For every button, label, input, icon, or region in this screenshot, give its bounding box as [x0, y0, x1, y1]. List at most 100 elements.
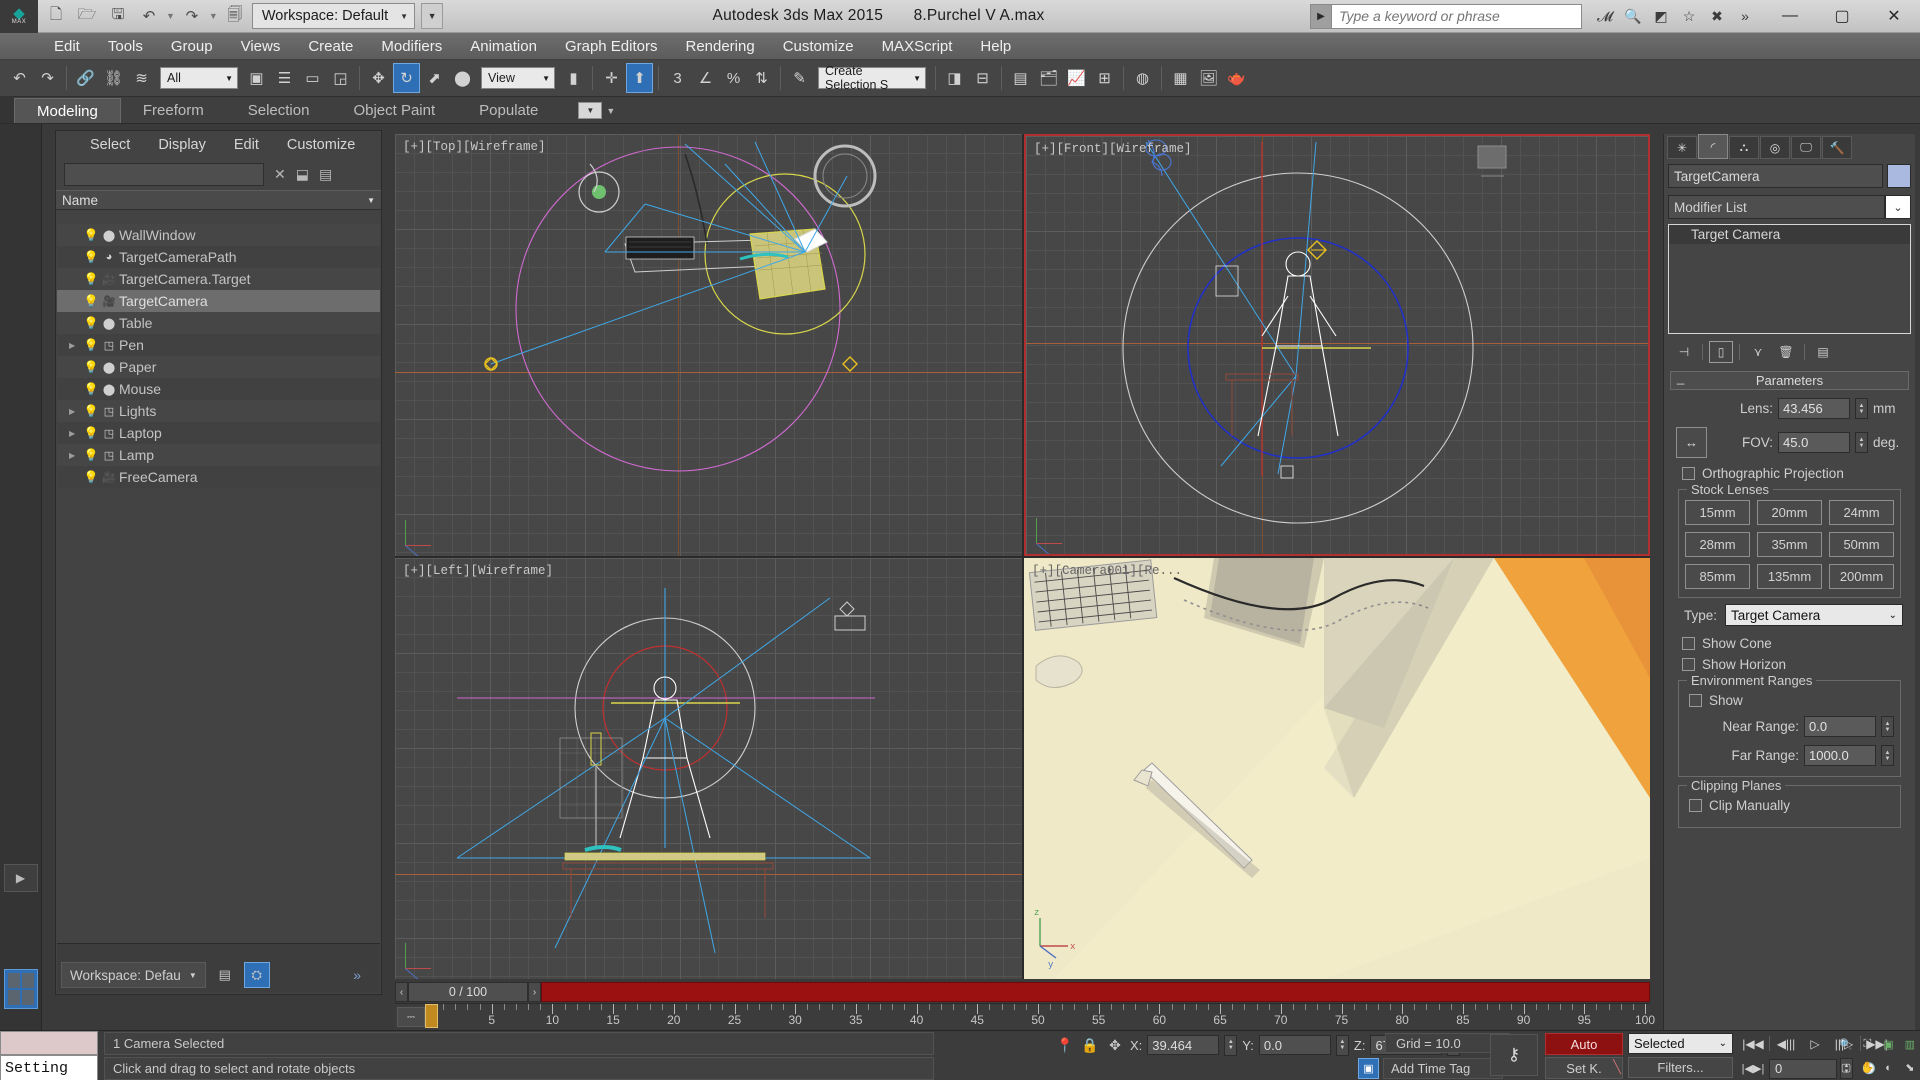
stock-lens-85mm[interactable]: 85mm: [1685, 564, 1750, 589]
select-and-place-icon[interactable]: ⬤: [449, 63, 476, 93]
near-range-input[interactable]: 0.0: [1804, 716, 1876, 737]
hierarchy-tab[interactable]: ⛬: [1729, 136, 1759, 159]
undo-icon[interactable]: ↶: [6, 63, 33, 93]
orthographic-projection-checkbox[interactable]: Orthographic Projection: [1682, 466, 1903, 481]
workspace-selector[interactable]: Workspace: Default ▼: [251, 3, 416, 29]
menu-customize[interactable]: Customize: [769, 33, 868, 60]
light-bulb-icon[interactable]: 💡: [83, 250, 99, 264]
viewport-camera[interactable]: z x y [+][Camera001][Re...: [1024, 558, 1650, 979]
viewport-left[interactable]: [+][Left][Wireframe]: [395, 558, 1022, 979]
play-animation-icon[interactable]: ▷: [1802, 1033, 1828, 1054]
search-input[interactable]: [1332, 3, 1582, 29]
save-icon[interactable]: 🖫: [104, 3, 132, 29]
workspace-flyout-button[interactable]: ▼: [421, 3, 444, 29]
field-of-view-icon[interactable]: ▢: [1836, 1057, 1856, 1080]
close-button[interactable]: ✕: [1868, 0, 1920, 33]
key-mode-toggle-button[interactable]: ⚷: [1490, 1034, 1538, 1076]
explorer-row-pen[interactable]: ▶ 💡 ◳ Pen: [57, 334, 380, 356]
layer-explorer-icon[interactable]: ▤: [1007, 63, 1034, 93]
expand-arrow-icon[interactable]: ▶: [69, 341, 83, 350]
explorer-menu-customize[interactable]: Customize: [273, 137, 370, 153]
rendered-frame-window-icon[interactable]: 🖼: [1195, 63, 1222, 93]
select-and-move-icon[interactable]: ✥: [365, 63, 392, 93]
parameters-rollout-header[interactable]: Parameters: [1670, 370, 1909, 390]
x-spinner[interactable]: ▲ ▼: [1224, 1034, 1238, 1056]
env-show-checkbox[interactable]: Show: [1689, 693, 1894, 708]
minimize-button[interactable]: —: [1764, 0, 1816, 33]
remove-modifier-icon[interactable]: 🗑: [1774, 341, 1798, 363]
menu-create[interactable]: Create: [294, 33, 367, 60]
orbit-icon[interactable]: ◐: [1879, 1057, 1899, 1080]
modifier-list-row[interactable]: Modifier List ⌄: [1668, 195, 1911, 219]
unlink-selection-icon[interactable]: ⛓: [100, 63, 127, 93]
use-pivot-point-center-icon[interactable]: ▮: [560, 63, 587, 93]
show-end-result-icon[interactable]: ▯: [1709, 341, 1733, 363]
motion-tab[interactable]: ◎: [1760, 136, 1790, 159]
menu-help[interactable]: Help: [966, 33, 1025, 60]
add-time-tag-label[interactable]: Add Time Tag: [1383, 1058, 1503, 1079]
explorer-row-targetcamera[interactable]: 💡 🎥 TargetCamera: [57, 290, 380, 312]
object-color-swatch[interactable]: [1887, 164, 1911, 188]
align-icon[interactable]: ⊟: [969, 63, 996, 93]
x-field[interactable]: 39.464: [1147, 1035, 1220, 1055]
modifier-stack-item[interactable]: Target Camera: [1669, 225, 1910, 244]
explorer-row-wallwindow[interactable]: 💡 ⬤ WallWindow: [57, 224, 380, 246]
curve-editor-icon[interactable]: 📈: [1063, 63, 1090, 93]
maximize-viewport-toggle-icon[interactable]: ⬊: [1900, 1057, 1920, 1080]
stock-lens-50mm[interactable]: 50mm: [1829, 532, 1894, 557]
zoom-all-icon[interactable]: ⛶: [1857, 1033, 1877, 1056]
light-bulb-icon[interactable]: 💡: [83, 272, 99, 286]
undo-icon[interactable]: ↶: [135, 3, 163, 29]
y-spinner[interactable]: ▲ ▼: [1335, 1034, 1349, 1056]
rectangular-selection-region-icon[interactable]: ▭: [299, 63, 326, 93]
y-field[interactable]: 0.0: [1258, 1035, 1331, 1055]
fov-direction-button[interactable]: ↔: [1676, 427, 1707, 458]
explorer-column-header[interactable]: Name ▼: [56, 190, 381, 210]
menu-tools[interactable]: Tools: [94, 33, 157, 60]
light-bulb-icon[interactable]: 💡: [83, 470, 99, 484]
star-icon[interactable]: ☆: [1676, 3, 1702, 29]
absolute-relative-mode-icon[interactable]: ✥: [1105, 1037, 1125, 1054]
explorer-menu-select[interactable]: Select: [76, 137, 144, 153]
light-bulb-icon[interactable]: 💡: [83, 448, 99, 462]
tab-modeling[interactable]: Modeling: [14, 98, 121, 123]
spinner-snap-toggle-icon[interactable]: ⇅: [748, 63, 775, 93]
stock-lens-24mm[interactable]: 24mm: [1829, 500, 1894, 525]
go-to-start-icon[interactable]: |◀◀: [1740, 1033, 1766, 1054]
isolate-selection-icon[interactable]: 📍: [1055, 1037, 1075, 1054]
time-slider-handle[interactable]: 0 / 100: [408, 982, 528, 1002]
next-frame-button[interactable]: ›: [528, 982, 541, 1002]
viewport-layout-button[interactable]: [4, 969, 38, 1009]
redo-icon[interactable]: ↷: [34, 63, 61, 93]
undo-dropdown-icon[interactable]: ▼: [166, 11, 175, 21]
prev-frame-button[interactable]: ‹: [395, 982, 408, 1002]
far-range-input[interactable]: 1000.0: [1804, 745, 1876, 766]
menu-edit[interactable]: Edit: [40, 33, 94, 60]
light-bulb-icon[interactable]: 💡: [83, 382, 99, 396]
stock-lens-20mm[interactable]: 20mm: [1757, 500, 1822, 525]
lens-input[interactable]: 43.456: [1778, 398, 1850, 419]
maxscript-mini-listener[interactable]: Setting: [0, 1031, 98, 1080]
configure-modifier-sets-icon[interactable]: ▤: [1811, 341, 1835, 363]
select-and-link-icon[interactable]: 🔗: [72, 63, 99, 93]
light-bulb-icon[interactable]: 💡: [83, 360, 99, 374]
zoom-icon[interactable]: 🔍: [1836, 1033, 1856, 1056]
select-and-scale-icon[interactable]: ⬈: [421, 63, 448, 93]
filters-button[interactable]: Filters...: [1628, 1057, 1733, 1078]
previous-frame-icon[interactable]: ◀|||: [1773, 1033, 1799, 1054]
menu-rendering[interactable]: Rendering: [671, 33, 768, 60]
select-and-rotate-icon[interactable]: ↻: [393, 63, 420, 93]
show-cone-checkbox[interactable]: Show Cone: [1682, 636, 1903, 651]
explorer-row-table[interactable]: 💡 ⬤ Table: [57, 312, 380, 334]
light-bulb-icon[interactable]: 💡: [83, 426, 99, 440]
utilities-tab[interactable]: 🔨: [1822, 136, 1852, 159]
redo-icon[interactable]: ↷: [178, 3, 206, 29]
make-unique-icon[interactable]: ⋎: [1746, 341, 1770, 363]
object-name-input[interactable]: [1668, 164, 1883, 188]
left-dock-expand-button[interactable]: ▶: [3, 864, 38, 892]
light-bulb-icon[interactable]: 💡: [83, 228, 99, 242]
explorer-row-lights[interactable]: ▶ 💡 ◳ Lights: [57, 400, 380, 422]
bind-to-space-warp-icon[interactable]: ≋: [128, 63, 155, 93]
select-object-icon[interactable]: ▣: [243, 63, 270, 93]
clip-manually-checkbox[interactable]: Clip Manually: [1689, 798, 1894, 813]
